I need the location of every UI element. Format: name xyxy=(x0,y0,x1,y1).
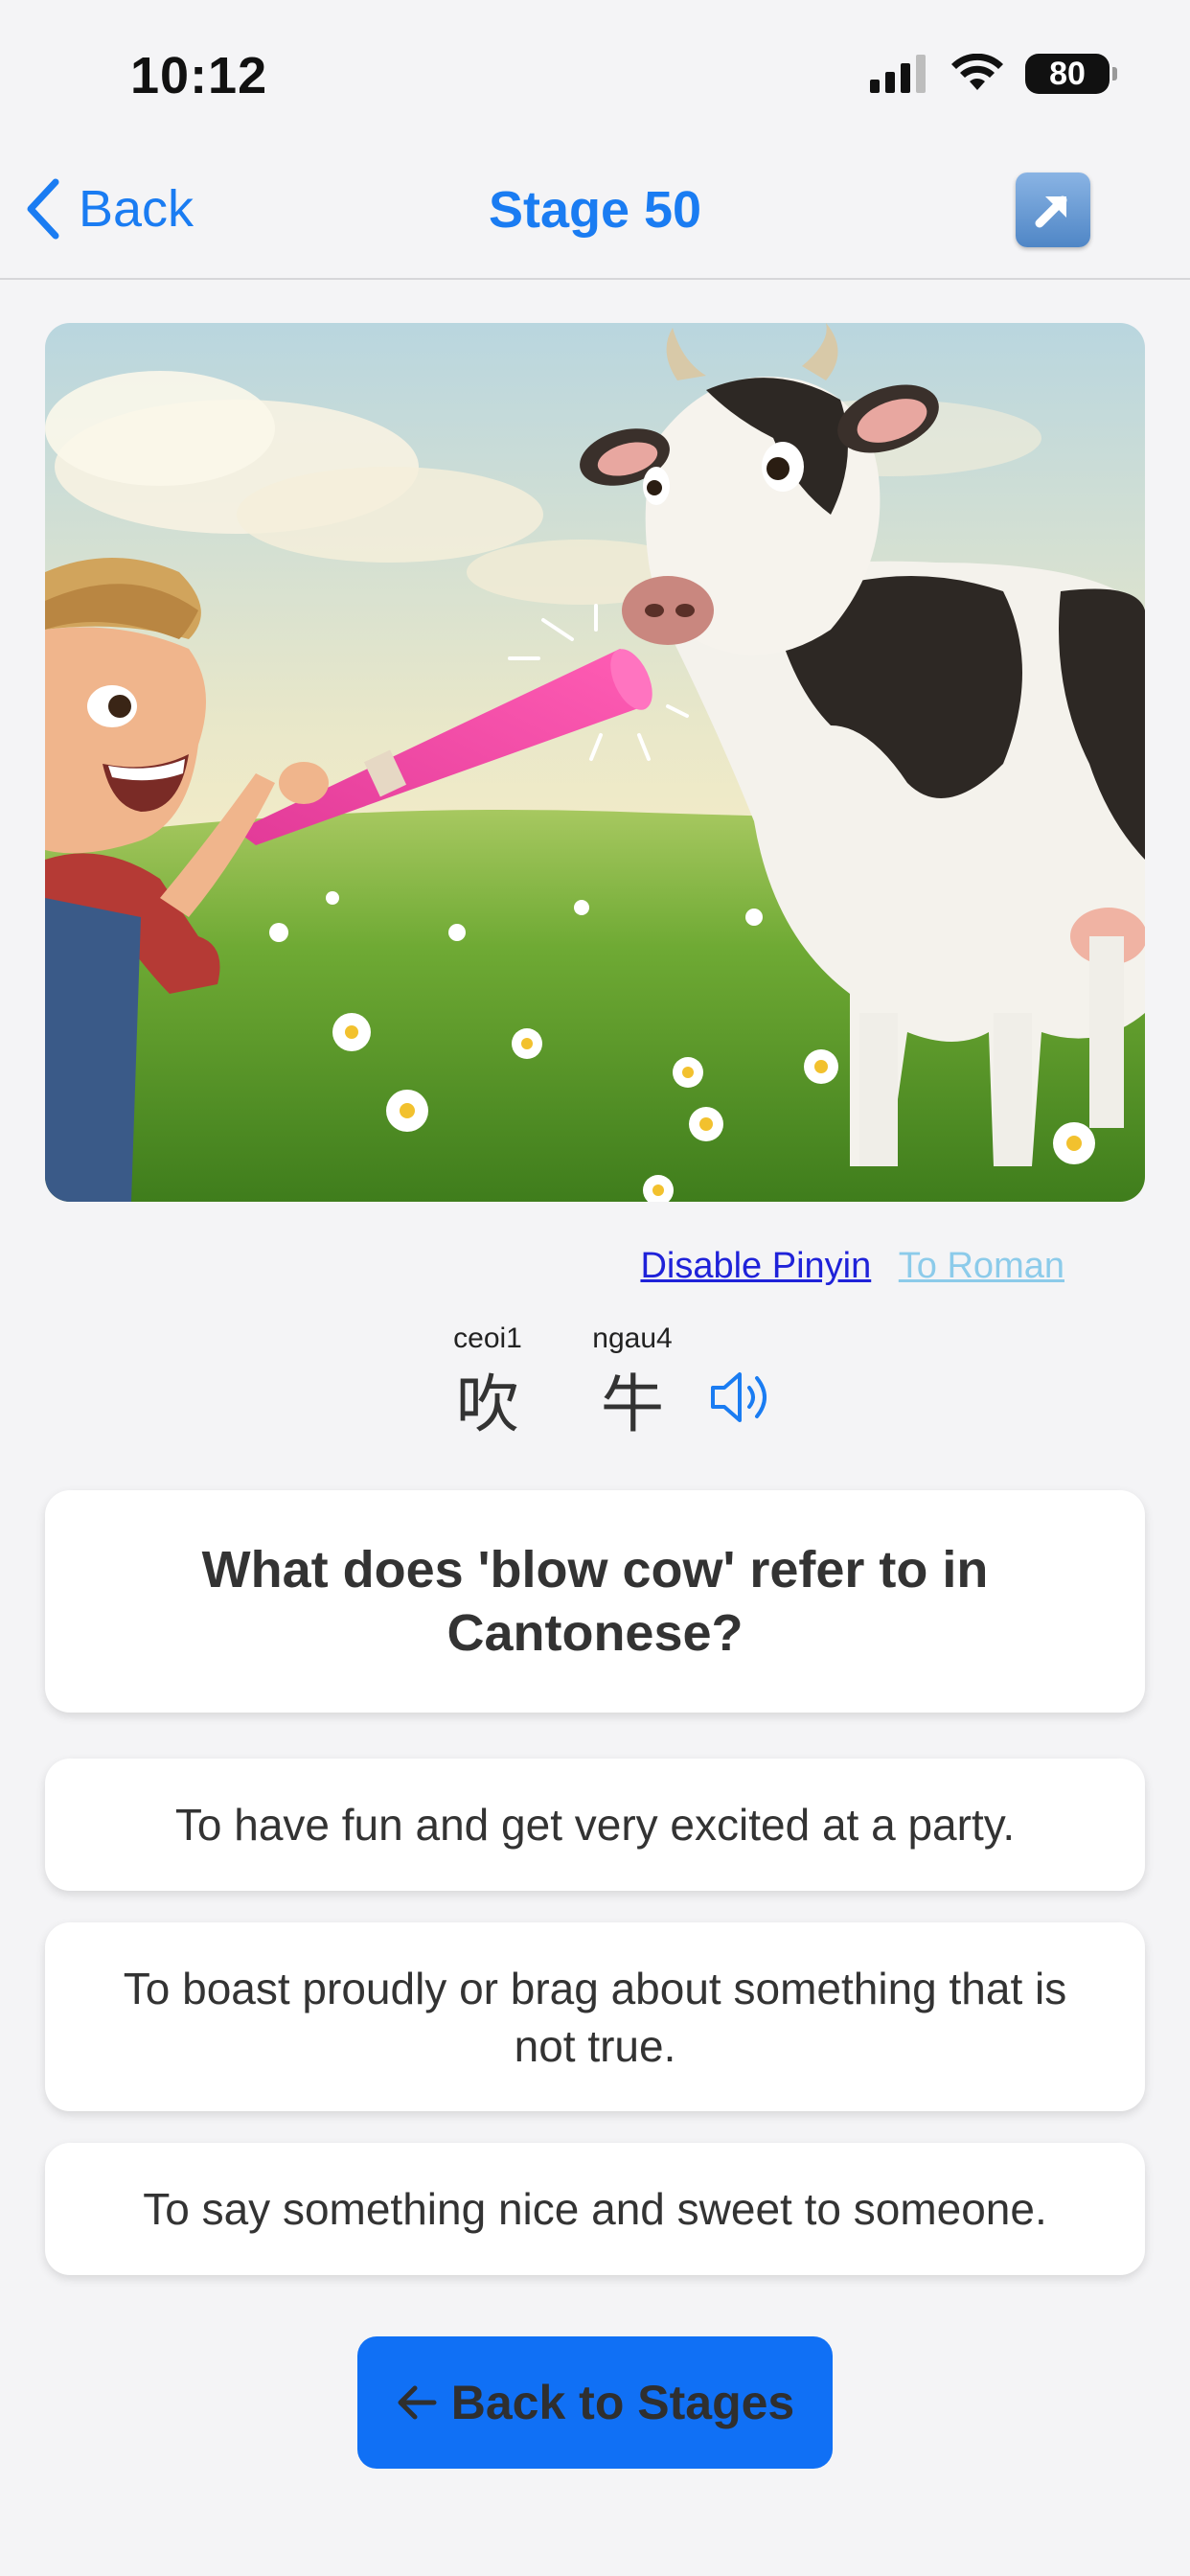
answer-option[interactable]: To boast proudly or brag about something… xyxy=(45,1922,1145,2111)
signal-icon xyxy=(870,55,926,93)
romanization: ceoi1 xyxy=(453,1322,522,1354)
hero-image xyxy=(45,323,1145,1202)
status-bar: 10:12 80 xyxy=(0,0,1190,153)
boy-blowing-horn-at-cow-image xyxy=(45,323,1145,1202)
answer-text: To say something nice and sweet to someo… xyxy=(143,2184,1047,2234)
status-time: 10:12 xyxy=(130,47,268,104)
speaker-icon xyxy=(711,1372,767,1422)
battery-indicator: 80 xyxy=(1025,54,1117,94)
question-card: What does 'blow cow' refer to in Cantone… xyxy=(45,1490,1145,1713)
answer-text: To have fun and get very excited at a pa… xyxy=(174,1800,1016,1850)
phrase: ceoi1 吹 ngau4 牛 xyxy=(0,1322,1190,1457)
answer-option[interactable]: To say something nice and sweet to someo… xyxy=(45,2143,1145,2275)
back-to-stages-label: Back to Stages xyxy=(450,2376,795,2429)
hanzi: 吹 xyxy=(456,1368,519,1441)
answer-text: To boast proudly or brag about something… xyxy=(123,1963,1067,2071)
status-icons: 80 xyxy=(870,54,1117,94)
answer-option[interactable]: To have fun and get very excited at a pa… xyxy=(45,1759,1145,1891)
hanzi: 牛 xyxy=(601,1368,664,1441)
page-title: Stage 50 xyxy=(488,181,702,239)
disable-pinyin-link[interactable]: Disable Pinyin xyxy=(640,1246,871,1286)
navigation-bar: Back Stage 50 xyxy=(0,153,1190,280)
question-text: What does 'blow cow' refer to in Cantone… xyxy=(201,1541,989,1662)
display-toggles: Disable Pinyin To Roman xyxy=(0,1246,1064,1287)
phrase-char: ceoi1 吹 xyxy=(411,1322,564,1443)
to-roman-link[interactable]: To Roman xyxy=(899,1246,1064,1286)
play-audio-button[interactable] xyxy=(707,1368,774,1426)
romanization: ngau4 xyxy=(592,1322,673,1354)
arrow-left-icon xyxy=(398,2385,437,2420)
wifi-icon xyxy=(951,54,1003,90)
back-to-stages-button[interactable]: Back to Stages xyxy=(357,2336,833,2469)
share-button[interactable] xyxy=(1016,172,1090,247)
arrow-up-right-icon xyxy=(1035,196,1067,228)
phrase-char: ngau4 牛 xyxy=(556,1322,709,1443)
